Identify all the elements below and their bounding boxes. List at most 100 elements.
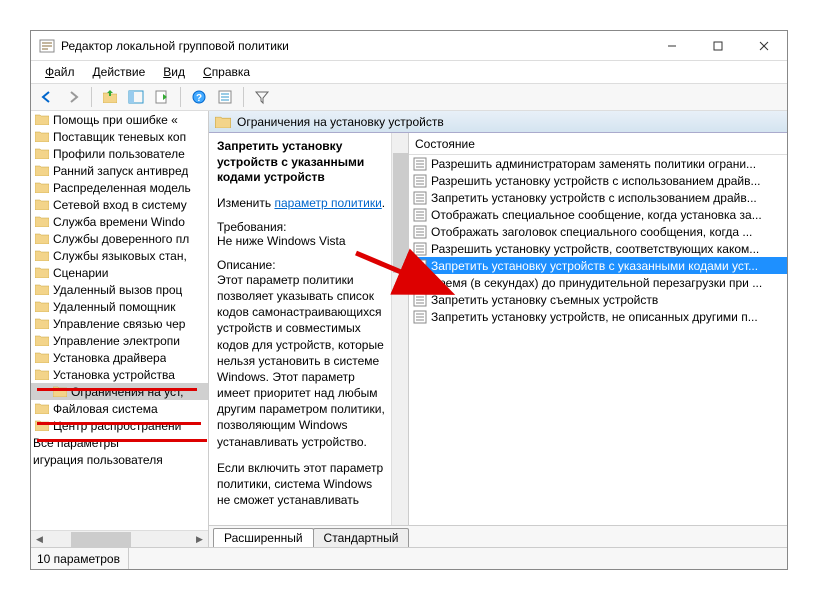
tree-item[interactable]: Сетевой вход в систему [31, 196, 209, 213]
view-tabs: Расширенный Стандартный [209, 525, 787, 547]
toolbar: ? [31, 83, 787, 111]
folder-icon [35, 284, 49, 295]
back-button[interactable] [35, 85, 59, 109]
tree-item-label: Службы доверенного пл [53, 232, 189, 246]
tree-item[interactable]: Все параметры [31, 434, 209, 451]
tree-item[interactable]: Профили пользователе [31, 145, 209, 162]
folder-icon [35, 301, 49, 312]
show-hide-tree-button[interactable] [124, 85, 148, 109]
list-item-label: Отображать специальное сообщение, когда … [431, 208, 762, 222]
list-item[interactable]: Разрешить установку устройств, соответст… [409, 240, 787, 257]
tree-item-label: Файловая система [53, 402, 158, 416]
policy-icon [413, 208, 427, 222]
folder-icon [35, 216, 49, 227]
close-button[interactable] [741, 31, 787, 61]
tree-item-label: игурация пользователя [33, 453, 163, 467]
tree-item[interactable]: Установка устройства [31, 366, 209, 383]
properties-button[interactable] [213, 85, 237, 109]
tree-item[interactable]: Установка драйвера [31, 349, 209, 366]
minimize-button[interactable] [649, 31, 695, 61]
right-pane: Ограничения на установку устройств Запре… [209, 111, 787, 547]
policy-icon [413, 259, 427, 273]
tree-item[interactable]: Удаленный вызов проц [31, 281, 209, 298]
app-window: Редактор локальной групповой политики Фа… [30, 30, 788, 570]
folder-icon [35, 318, 49, 329]
policy-icon [413, 174, 427, 188]
content-area: Помощь при ошибке « Поставщик теневых коп… [31, 111, 787, 547]
policy-icon [413, 225, 427, 239]
folder-icon [35, 199, 49, 210]
list-column-header[interactable]: Состояние [409, 133, 787, 155]
list-item[interactable]: Запретить установку съемных устройств [409, 291, 787, 308]
tree-item[interactable]: Управление связью чер [31, 315, 209, 332]
forward-button[interactable] [61, 85, 85, 109]
menu-file[interactable]: Файл [37, 63, 83, 81]
tree-item-label: Сценарии [53, 266, 108, 280]
folder-icon [215, 116, 231, 128]
tree-item[interactable]: Управление электропи [31, 332, 209, 349]
menubar: Файл Действие Вид Справка [31, 61, 787, 83]
titlebar: Редактор локальной групповой политики [31, 31, 787, 61]
folder-icon [35, 335, 49, 346]
list-item[interactable]: Запретить установку устройств, не описан… [409, 308, 787, 325]
policy-icon [413, 276, 427, 290]
tree-item-label: Распределенная модель [53, 181, 191, 195]
edit-policy-link[interactable]: параметр политики [274, 196, 381, 210]
description-scrollbar[interactable] [391, 133, 408, 525]
policy-icon [413, 191, 427, 205]
list-pane: Состояние Разрешить администраторам заме… [409, 133, 787, 525]
tree-item-label: Профили пользователе [53, 147, 185, 161]
description-text-2: Если включить этот параметр политики, си… [217, 460, 388, 509]
maximize-button[interactable] [695, 31, 741, 61]
filter-button[interactable] [250, 85, 274, 109]
description-pane: Запретить установку устройств с указанны… [209, 133, 409, 525]
tree-item[interactable]: Поставщик теневых коп [31, 128, 209, 145]
status-count: 10 параметров [37, 548, 129, 569]
tree-item[interactable]: Сценарии [31, 264, 209, 281]
tree-item[interactable]: игурация пользователя [31, 451, 209, 468]
list-item-label: Отображать заголовок специального сообще… [431, 225, 752, 239]
tree-horizontal-scrollbar[interactable]: ◀ ▶ [31, 530, 208, 547]
list-item-label: Запретить установку съемных устройств [431, 293, 658, 307]
list-item[interactable]: Запретить установку устройств с указанны… [409, 257, 787, 274]
folder-icon [35, 182, 49, 193]
menu-help[interactable]: Справка [195, 63, 258, 81]
tree-item[interactable]: Файловая система [31, 400, 209, 417]
export-button[interactable] [150, 85, 174, 109]
list-item-label: Запретить установку устройств, не описан… [431, 310, 758, 324]
tree-item-label: Поставщик теневых коп [53, 130, 186, 144]
tree-item-label: Удаленный вызов проц [53, 283, 182, 297]
tree-item[interactable]: Распределенная модель [31, 179, 209, 196]
tree-item[interactable]: Центр распространени [31, 417, 209, 434]
up-button[interactable] [98, 85, 122, 109]
tree-item[interactable]: Помощь при ошибке « [31, 111, 209, 128]
list-item[interactable]: Отображать специальное сообщение, когда … [409, 206, 787, 223]
tree-item[interactable]: Ограничения на уст, [31, 383, 209, 400]
help-button[interactable]: ? [187, 85, 211, 109]
requirements-value: Не ниже Windows Vista [217, 234, 388, 248]
list-item-label: Разрешить установку устройств, соответст… [431, 242, 759, 256]
tree-pane: Помощь при ошибке « Поставщик теневых коп… [31, 111, 209, 547]
tree-item[interactable]: Служба времени Windo [31, 213, 209, 230]
tree-item[interactable]: Службы доверенного пл [31, 230, 209, 247]
list-item-label: Разрешить администраторам заменять полит… [431, 157, 756, 171]
list-item[interactable]: Разрешить администраторам заменять полит… [409, 155, 787, 172]
tab-extended[interactable]: Расширенный [213, 528, 314, 547]
edit-policy-line: Изменить параметр политики. [217, 196, 388, 210]
folder-icon [35, 148, 49, 159]
tree-item[interactable]: Службы языковых стан, [31, 247, 209, 264]
menu-action[interactable]: Действие [85, 63, 154, 81]
folder-icon [35, 403, 49, 414]
list-item[interactable]: Время (в секундах) до принудительной пер… [409, 274, 787, 291]
folder-icon [35, 131, 49, 142]
list-item[interactable]: Разрешить установку устройств с использо… [409, 172, 787, 189]
list-item[interactable]: Запретить установку устройств с использо… [409, 189, 787, 206]
tree-item-label: Все параметры [33, 436, 119, 450]
menu-view[interactable]: Вид [155, 63, 193, 81]
svg-text:?: ? [196, 93, 202, 104]
tree-item-label: Ограничения на уст, [71, 385, 183, 399]
list-item[interactable]: Отображать заголовок специального сообще… [409, 223, 787, 240]
tree-item[interactable]: Удаленный помощник [31, 298, 209, 315]
tab-standard[interactable]: Стандартный [313, 528, 410, 547]
tree-item[interactable]: Ранний запуск антивред [31, 162, 209, 179]
